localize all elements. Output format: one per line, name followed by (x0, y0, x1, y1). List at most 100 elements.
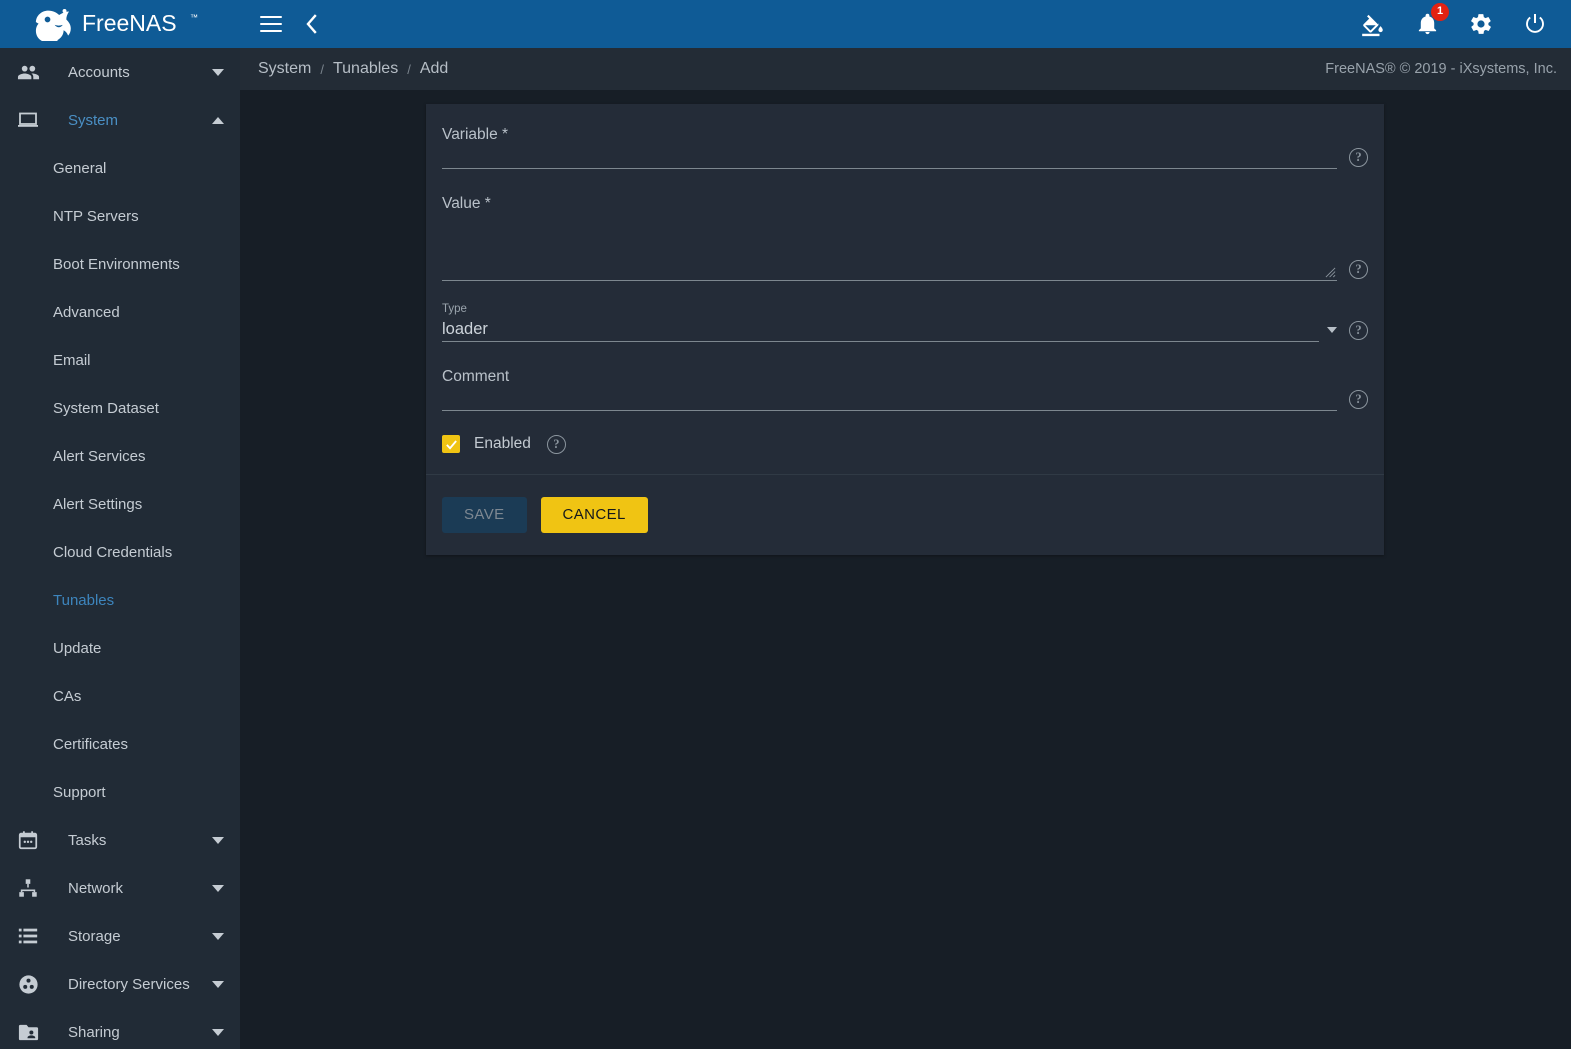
sidebar-item-support[interactable]: Support (0, 768, 240, 816)
value-label: Value * (442, 195, 491, 212)
sidebar-item-label: Tunables (53, 591, 115, 609)
sidebar-group-tasks[interactable]: Tasks (0, 816, 240, 864)
sidebar-group-storage[interactable]: Storage (0, 912, 240, 960)
type-select[interactable]: Type loader (442, 303, 1319, 342)
laptop-icon (16, 108, 40, 132)
sidebar-item-certificates[interactable]: Certificates (0, 720, 240, 768)
form-footer: SAVE CANCEL (426, 473, 1384, 555)
comment-help-icon[interactable]: ? (1349, 389, 1368, 409)
sidebar-group-label: Accounts (68, 63, 130, 81)
breadcrumb-item-tunables[interactable]: Tunables (333, 60, 398, 78)
sidebar-group-network[interactable]: Network (0, 864, 240, 912)
field-enabled: Enabled ? (442, 434, 1368, 454)
chevron-down-icon[interactable] (1327, 326, 1337, 333)
sidebar-group-label: Network (68, 879, 124, 897)
sidebar-item-label: System Dataset (53, 399, 159, 417)
chevron-down-icon (212, 932, 224, 940)
enabled-label: Enabled (474, 435, 531, 453)
people-icon (16, 60, 40, 84)
power-icon (1526, 14, 1544, 33)
color-fill-icon (1362, 14, 1383, 37)
chevron-up-icon (212, 116, 224, 124)
chevron-down-icon (212, 836, 224, 844)
sidebar-group-system[interactable]: System (0, 96, 240, 144)
sidebar-item-boot-environments[interactable]: Boot Environments (0, 240, 240, 288)
sidebar-navigation: Accounts System General NTP Servers Boot… (0, 48, 240, 1049)
comment-label: Comment (442, 367, 510, 385)
calendar-icon (16, 828, 40, 852)
sidebar-item-label: General (53, 159, 107, 177)
copyright-text: FreeNAS® © 2019 - iXsystems, Inc. (1325, 61, 1557, 77)
comment-underline (442, 409, 1337, 411)
sidebar-item-label: Certificates (53, 735, 129, 753)
sidebar-item-email[interactable]: Email (0, 336, 240, 384)
menu-icon (260, 16, 282, 32)
sidebar-group-sharing[interactable]: Sharing (0, 1008, 240, 1049)
freenas-fish-logo-icon (35, 9, 71, 41)
sidebar-item-label: NTP Servers (53, 207, 139, 225)
main-content-area: Variable * ? Value * ? Type loader ? Com… (240, 90, 1571, 1049)
theme-picker-button[interactable] (1360, 11, 1386, 37)
server-list-icon (16, 924, 40, 948)
value-help-icon[interactable]: ? (1349, 260, 1368, 279)
sidebar-group-label: Storage (68, 927, 121, 945)
sidebar-item-update[interactable]: Update (0, 624, 240, 672)
sidebar-item-tunables[interactable]: Tunables (0, 576, 240, 624)
field-variable: Variable * ? (442, 126, 1368, 169)
brand-logo[interactable]: FreeNAS ™ (0, 0, 240, 48)
notifications-button[interactable]: 1 (1416, 2, 1449, 37)
gear-icon (1471, 14, 1491, 34)
settings-button[interactable] (1469, 12, 1493, 36)
menu-toggle-button[interactable] (260, 16, 282, 32)
field-value: Value * ? (442, 195, 1368, 281)
sitemap-icon (16, 876, 40, 900)
sidebar-item-alert-settings[interactable]: Alert Settings (0, 480, 240, 528)
variable-input[interactable] (442, 148, 1337, 168)
variable-label: Variable * (442, 126, 509, 143)
power-button[interactable] (1523, 12, 1547, 36)
sidebar-item-label: Support (53, 783, 106, 801)
cancel-button[interactable]: CANCEL (540, 496, 648, 533)
breadcrumb: System / Tunables / Add (258, 60, 448, 78)
folder-shared-icon (16, 1020, 40, 1044)
sidebar-item-label: Advanced (53, 303, 120, 321)
sidebar-item-advanced[interactable]: Advanced (0, 288, 240, 336)
enabled-checkbox[interactable] (442, 435, 460, 454)
value-textarea[interactable] (442, 217, 1337, 275)
check-icon (445, 440, 457, 450)
save-button[interactable]: SAVE (442, 496, 527, 533)
chevron-down-icon (212, 980, 224, 988)
sidebar-item-label: CAs (53, 687, 82, 705)
sidebar-item-general[interactable]: General (0, 144, 240, 192)
tunable-add-form-card: Variable * ? Value * ? Type loader ? Com… (426, 104, 1384, 555)
svg-text:FreeNAS: FreeNAS (82, 11, 177, 36)
sidebar-item-system-dataset[interactable]: System Dataset (0, 384, 240, 432)
sidebar-item-label: Alert Services (53, 447, 146, 465)
sidebar-item-alert-services[interactable]: Alert Services (0, 432, 240, 480)
sidebar-item-cloud-credentials[interactable]: Cloud Credentials (0, 528, 240, 576)
sidebar-group-accounts[interactable]: Accounts (0, 48, 240, 96)
freenas-wordmark: FreeNAS ™ (82, 11, 198, 36)
enabled-help-icon[interactable]: ? (546, 434, 566, 454)
sidebar-item-cas[interactable]: CAs (0, 672, 240, 720)
chevron-down-icon (212, 884, 224, 892)
back-navigation-button[interactable] (304, 13, 318, 35)
type-help-icon[interactable]: ? (1349, 320, 1368, 340)
sidebar-group-directory-services[interactable]: Directory Services (0, 960, 240, 1008)
field-type: Type loader ? (442, 303, 1368, 342)
freenas-app-window: FreeNAS ™ 1 Accounts System General NTP … (0, 0, 1571, 1049)
sidebar-item-label: Cloud Credentials (53, 543, 173, 561)
variable-help-icon[interactable]: ? (1349, 148, 1368, 167)
breadcrumb-item-system[interactable]: System (258, 60, 311, 78)
sidebar-item-ntp-servers[interactable]: NTP Servers (0, 192, 240, 240)
sidebar-item-label: Email (53, 351, 91, 369)
sidebar-group-label: Sharing (68, 1023, 120, 1041)
form-body: Variable * ? Value * ? Type loader ? Com… (426, 104, 1384, 474)
type-underline (442, 340, 1319, 342)
breadcrumb-bar: System / Tunables / Add FreeNAS® © 2019 … (240, 48, 1571, 90)
chevron-down-icon (212, 68, 224, 76)
chevron-down-icon (212, 1028, 224, 1036)
type-selected-value: loader (442, 319, 488, 338)
comment-input[interactable] (442, 389, 1337, 410)
type-floating-label: Type (442, 303, 467, 315)
